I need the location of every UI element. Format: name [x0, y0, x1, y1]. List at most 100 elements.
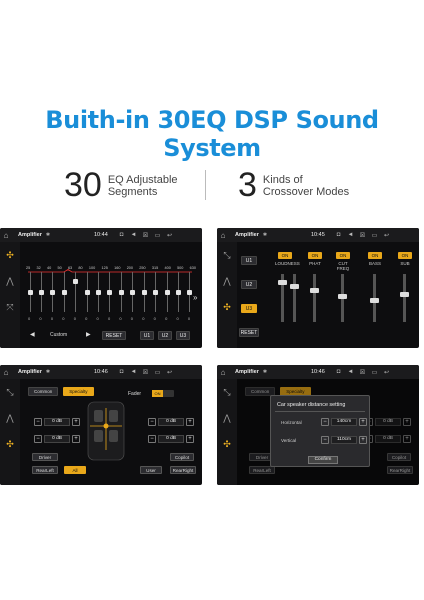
- eq-mode-icon[interactable]: ⤡: [217, 379, 237, 405]
- decrease-button[interactable]: −: [321, 436, 329, 444]
- crossover-mode-icon[interactable]: ⋀: [217, 405, 237, 431]
- home-icon[interactable]: ⌂: [0, 368, 12, 377]
- decrease-button[interactable]: −: [34, 418, 42, 426]
- cutfreq-slider[interactable]: [338, 274, 347, 322]
- close-icon[interactable]: ☒: [142, 232, 149, 239]
- confirm-button[interactable]: Confirm: [308, 456, 338, 464]
- slider-knob[interactable]: [187, 290, 193, 295]
- camera-icon[interactable]: ◘: [118, 232, 125, 239]
- balance-mode-icon[interactable]: ⤧: [0, 294, 20, 320]
- u1-button[interactable]: U1: [241, 256, 257, 265]
- loudness-slider-2[interactable]: [290, 274, 299, 322]
- bass-slider[interactable]: [370, 274, 379, 322]
- home-icon[interactable]: ⌂: [217, 368, 229, 377]
- eq-slider[interactable]: 0: [50, 272, 56, 324]
- balance-mode-icon[interactable]: ✣: [217, 294, 237, 320]
- back-icon[interactable]: ↩: [383, 369, 390, 376]
- sub-slider[interactable]: [400, 274, 409, 322]
- u3-button[interactable]: U3: [241, 304, 257, 313]
- loudness-on-toggle[interactable]: ON: [278, 252, 292, 259]
- crossover-mode-icon[interactable]: ⋀: [0, 405, 20, 431]
- eq-more-button[interactable]: »: [193, 293, 197, 302]
- slider-knob[interactable]: [27, 290, 33, 295]
- u1-button[interactable]: U1: [140, 331, 154, 340]
- slider-knob[interactable]: [107, 290, 113, 295]
- eq-slider[interactable]: 0: [84, 272, 90, 324]
- rearright-button[interactable]: RearRight: [170, 466, 196, 474]
- user-button[interactable]: User: [140, 466, 162, 474]
- slider-knob[interactable]: [175, 290, 181, 295]
- slider-knob[interactable]: [50, 290, 56, 295]
- u3-button[interactable]: U3: [176, 331, 190, 340]
- camera-icon[interactable]: ◘: [335, 369, 342, 376]
- reset-button[interactable]: RESET: [239, 328, 259, 337]
- volume-icon[interactable]: ◄: [130, 369, 137, 376]
- slider-knob[interactable]: [338, 294, 347, 299]
- eq-mode-icon[interactable]: ⤡: [0, 379, 20, 405]
- back-icon[interactable]: ↩: [166, 369, 173, 376]
- eq-slider[interactable]: 0: [61, 272, 67, 324]
- eq-slider[interactable]: 0: [96, 272, 102, 324]
- slider-knob[interactable]: [96, 290, 102, 295]
- slider-knob[interactable]: [153, 290, 159, 295]
- tab-specialty[interactable]: Specialty: [63, 387, 94, 396]
- driver-button[interactable]: Driver: [32, 453, 58, 461]
- volume-icon[interactable]: ◄: [130, 232, 137, 239]
- eq-slider[interactable]: 0: [175, 272, 181, 324]
- decrease-button[interactable]: −: [321, 418, 329, 426]
- decrease-button[interactable]: −: [148, 435, 156, 443]
- slider-knob[interactable]: [370, 298, 379, 303]
- phat-on-toggle[interactable]: ON: [308, 252, 322, 259]
- prev-preset-button[interactable]: ◀: [30, 331, 35, 338]
- eq-slider[interactable]: 0: [73, 272, 79, 324]
- slider-knob[interactable]: [310, 288, 319, 293]
- eq-slider[interactable]: 0: [38, 272, 44, 324]
- window-icon[interactable]: ▭: [371, 232, 378, 239]
- camera-icon[interactable]: ◘: [118, 369, 125, 376]
- u2-button[interactable]: U2: [241, 280, 257, 289]
- slider-knob[interactable]: [61, 290, 67, 295]
- slider-knob[interactable]: [130, 290, 136, 295]
- decrease-button[interactable]: −: [148, 418, 156, 426]
- crossover-mode-icon[interactable]: ⋀: [217, 268, 237, 294]
- decrease-button[interactable]: −: [34, 435, 42, 443]
- increase-button[interactable]: +: [72, 418, 80, 426]
- u2-button[interactable]: U2: [158, 331, 172, 340]
- eq-mode-icon[interactable]: ⤡: [217, 242, 237, 268]
- slider-knob[interactable]: [38, 290, 44, 295]
- window-icon[interactable]: ▭: [371, 369, 378, 376]
- slider-knob[interactable]: [84, 290, 90, 295]
- rearleft-button[interactable]: RearLeft: [32, 466, 58, 474]
- balance-mode-icon[interactable]: ✣: [0, 431, 20, 457]
- volume-icon[interactable]: ◄: [347, 369, 354, 376]
- tab-common[interactable]: Common: [28, 387, 59, 396]
- eq-slider[interactable]: 0: [141, 272, 147, 324]
- increase-button[interactable]: +: [72, 435, 80, 443]
- slider-knob[interactable]: [73, 279, 79, 285]
- fader-toggle[interactable]: ON: [152, 390, 174, 397]
- camera-icon[interactable]: ◘: [335, 232, 342, 239]
- car-seat-diagram[interactable]: [84, 400, 128, 462]
- increase-button[interactable]: +: [186, 418, 194, 426]
- copilot-button[interactable]: Copilot: [170, 453, 194, 461]
- eq-slider[interactable]: 0: [153, 272, 159, 324]
- back-icon[interactable]: ↩: [383, 232, 390, 239]
- close-icon[interactable]: ☒: [359, 232, 366, 239]
- increase-button[interactable]: +: [359, 436, 367, 444]
- slider-knob[interactable]: [278, 280, 287, 285]
- phat-slider[interactable]: [310, 274, 319, 322]
- eq-mode-icon[interactable]: ✣: [0, 242, 20, 268]
- eq-slider[interactable]: 0: [107, 272, 113, 324]
- cutfreq-on-toggle[interactable]: ON: [336, 252, 350, 259]
- eq-slider[interactable]: 0: [27, 272, 33, 324]
- volume-icon[interactable]: ◄: [347, 232, 354, 239]
- close-icon[interactable]: ☒: [359, 369, 366, 376]
- reset-button[interactable]: RESET: [102, 331, 126, 340]
- increase-button[interactable]: +: [186, 435, 194, 443]
- window-icon[interactable]: ▭: [154, 232, 161, 239]
- eq-slider[interactable]: 0: [130, 272, 136, 324]
- window-icon[interactable]: ▭: [154, 369, 161, 376]
- eq-slider[interactable]: 0: [164, 272, 170, 324]
- slider-knob[interactable]: [118, 290, 124, 295]
- balance-mode-icon[interactable]: ✣: [217, 431, 237, 457]
